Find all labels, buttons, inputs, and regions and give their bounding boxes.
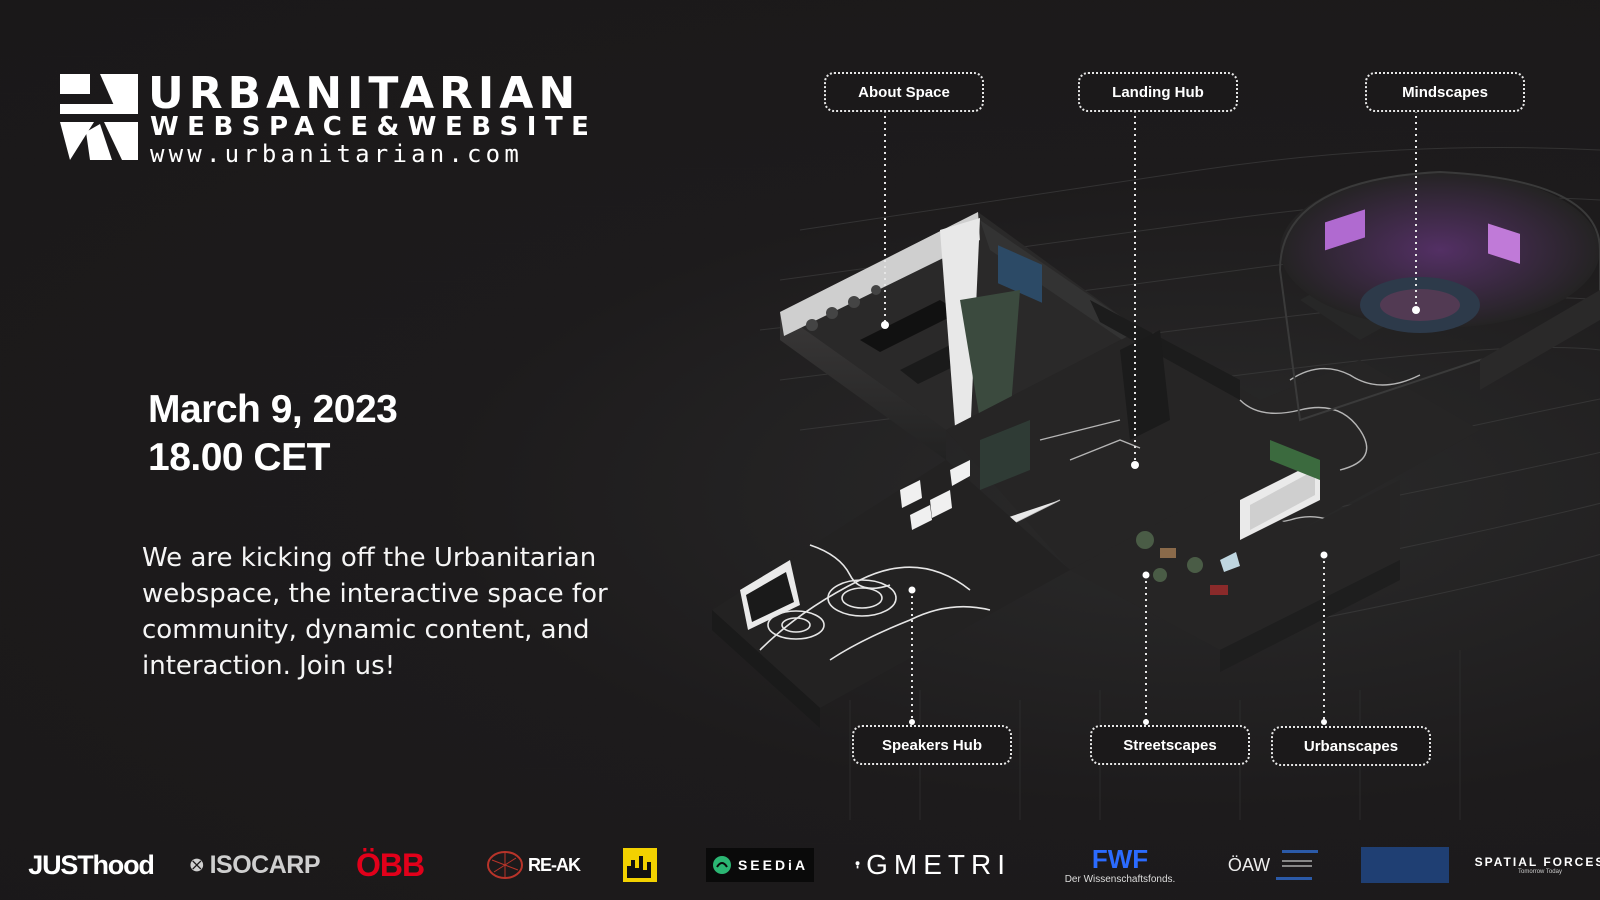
label-landing-hub[interactable]: Landing Hub: [1078, 72, 1238, 112]
urbanitarian-logo: URBANITARIAN WEBSPACE&WEBSITE www.urbani…: [60, 68, 589, 168]
event-datetime: March 9, 2023 18.00 CET: [148, 386, 398, 482]
partner-justhood: JUSThood: [28, 849, 155, 880]
seedia-icon: [712, 856, 731, 874]
partner-oaw: ÖAW: [1224, 830, 1324, 900]
partner-gmetri: GMETRI: [855, 830, 1011, 900]
partner-reak-label: RE-AK: [528, 854, 581, 875]
partner-obb: ÖBB: [355, 846, 425, 883]
partner-logos: JUSThood ISOCARP ÖBB RE-AK SEEDiA GMETRI…: [0, 830, 1600, 900]
partner-fwf-sub: Der Wissenschaftsfonds.: [1064, 873, 1176, 885]
label-streetscapes[interactable]: Streetscapes: [1090, 725, 1250, 765]
logo-url[interactable]: www.urbanitarian.com: [150, 140, 523, 168]
partner-seedia-label: SEEDiA: [737, 857, 809, 873]
webspace-map-illustration: [712, 107, 1600, 820]
partner-spatial-forces: SPATIAL FORCES Tomorrow Today: [1475, 830, 1600, 900]
partner-boiling-point: [1360, 830, 1450, 900]
partner-spatial-forces-label: SPATIAL FORCES: [1474, 855, 1600, 869]
partner-fwf-label: FWF: [1091, 843, 1149, 874]
label-about-space[interactable]: About Space: [824, 72, 984, 112]
reak-icon: [487, 851, 523, 879]
event-time: 18.00 CET: [148, 436, 330, 479]
partner-reak: RE-AK: [478, 830, 588, 900]
logo-mark-icon: [60, 74, 138, 160]
label-speakers-hub[interactable]: Speakers Hub: [852, 725, 1012, 765]
label-mindscapes[interactable]: Mindscapes: [1365, 72, 1525, 112]
gmetri-icon: [855, 861, 860, 869]
logo-subtitle: WEBSPACE&WEBSITE: [150, 112, 598, 142]
event-description: We are kicking off the Urbanitarian webs…: [142, 543, 608, 681]
urbanistica-podcast-icon: [623, 848, 657, 882]
partner-urbanistica: [622, 830, 658, 900]
isocarp-icon: [190, 858, 204, 872]
partner-fwf: FWF Der Wissenschaftsfonds.: [1055, 830, 1185, 900]
oaw-icon: [1276, 850, 1319, 880]
boiling-point-icon: [1361, 847, 1449, 883]
partner-isocarp: ISOCARP: [190, 830, 321, 900]
partner-seedia: SEEDiA: [706, 830, 814, 900]
partner-isocarp-label: ISOCARP: [209, 850, 321, 879]
partner-gmetri-label: GMETRI: [866, 849, 1011, 880]
webspace-map: About Space Landing Hub Mindscapes Speak…: [600, 0, 1600, 840]
partner-spatial-forces-sub: Tomorrow Today: [1518, 869, 1562, 875]
label-urbanscapes[interactable]: Urbanscapes: [1271, 726, 1431, 766]
event-date: March 9, 2023: [148, 388, 398, 431]
partner-oaw-label: ÖAW: [1227, 854, 1271, 875]
